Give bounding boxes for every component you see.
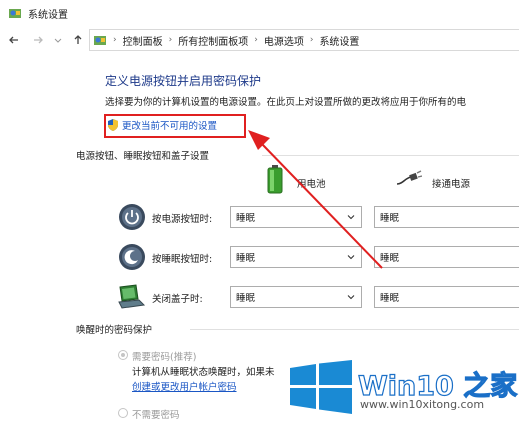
select-value: 睡眠 xyxy=(236,293,256,304)
sleep-button-plugged-select[interactable]: 睡眠 xyxy=(374,246,519,268)
power-plug-icon xyxy=(396,170,423,188)
select-value: 睡眠 xyxy=(236,213,256,224)
breadcrumb-control-panel[interactable]: 控制面板 xyxy=(123,33,163,48)
control-panel-icon xyxy=(8,6,22,20)
require-password-description: 计算机从睡眠状态唤醒时，如果未 xyxy=(132,367,275,378)
breadcrumb-system-settings[interactable]: 系统设置 xyxy=(319,33,359,48)
require-password-radio[interactable] xyxy=(118,350,128,360)
sleep-button-battery-select[interactable]: 睡眠 xyxy=(230,246,362,268)
page-title: 定义电源按钮并启用密码保护 xyxy=(105,74,262,88)
column-header-battery: 用电池 xyxy=(297,179,326,190)
page-description: 选择要为你的计算机设置的电源设置。在此页上对设置所做的更改将应用于你所有的电 xyxy=(105,97,467,108)
change-unavailable-settings-link[interactable]: 更改当前不可用的设置 xyxy=(122,118,217,132)
no-password-label: 不需要密码 xyxy=(132,410,180,421)
require-password-label: 需要密码(推荐) xyxy=(132,352,197,363)
title-bar: 系统设置 xyxy=(0,0,519,26)
row-label-power-button: 按电源按钮时: xyxy=(152,214,213,225)
select-value: 睡眠 xyxy=(380,253,400,264)
power-button-plugged-select[interactable]: 睡眠 xyxy=(374,206,519,228)
create-change-password-link[interactable]: 创建或更改用户帐户密码 xyxy=(132,379,237,393)
windows-logo-icon xyxy=(290,360,352,414)
navigation-bar: › 控制面板 › 所有控制面板项 › 电源选项 › 系统设置 xyxy=(0,28,519,52)
row-label-close-lid: 关闭盖子时: xyxy=(152,294,203,305)
select-value: 睡眠 xyxy=(380,293,400,304)
watermark-url: www.win10xitong.com xyxy=(360,398,485,411)
control-panel-icon xyxy=(93,33,107,47)
laptop-lid-icon xyxy=(116,283,146,311)
back-arrow-icon[interactable] xyxy=(6,32,22,48)
column-header-plugged-in: 接通电源 xyxy=(432,179,471,190)
sleep-button-icon xyxy=(118,243,146,271)
power-button-icon xyxy=(118,203,146,231)
section-title-buttons: 电源按钮、睡眠按钮和盖子设置 xyxy=(76,151,210,162)
chevron-down-icon xyxy=(346,292,356,302)
battery-icon xyxy=(266,164,284,194)
chevron-right-icon: › xyxy=(113,35,117,45)
section-title-wake-password: 唤醒时的密码保护 xyxy=(76,325,153,336)
no-password-radio[interactable] xyxy=(118,408,128,418)
up-arrow-icon[interactable] xyxy=(70,32,86,48)
forward-arrow-icon[interactable] xyxy=(30,32,46,48)
breadcrumb-power-options[interactable]: 电源选项 xyxy=(264,33,304,48)
section-divider xyxy=(262,155,519,156)
row-label-sleep-button: 按睡眠按钮时: xyxy=(152,254,213,265)
chevron-right-icon: › xyxy=(168,35,173,45)
chevron-down-icon xyxy=(346,212,356,222)
select-value: 睡眠 xyxy=(380,213,400,224)
select-value: 睡眠 xyxy=(236,253,256,264)
breadcrumb-all-items[interactable]: 所有控制面板项 xyxy=(178,33,248,48)
recent-dropdown-icon[interactable] xyxy=(50,32,66,48)
uac-shield-icon xyxy=(107,118,119,132)
address-bar[interactable]: › 控制面板 › 所有控制面板项 › 电源选项 › 系统设置 xyxy=(89,29,519,51)
close-lid-plugged-select[interactable]: 睡眠 xyxy=(374,286,519,308)
close-lid-battery-select[interactable]: 睡眠 xyxy=(230,286,362,308)
window-title: 系统设置 xyxy=(28,9,68,21)
power-button-battery-select[interactable]: 睡眠 xyxy=(230,206,362,228)
chevron-right-icon: › xyxy=(254,35,258,45)
chevron-down-icon xyxy=(346,252,356,262)
chevron-right-icon: › xyxy=(309,35,314,45)
section-divider xyxy=(190,329,519,330)
